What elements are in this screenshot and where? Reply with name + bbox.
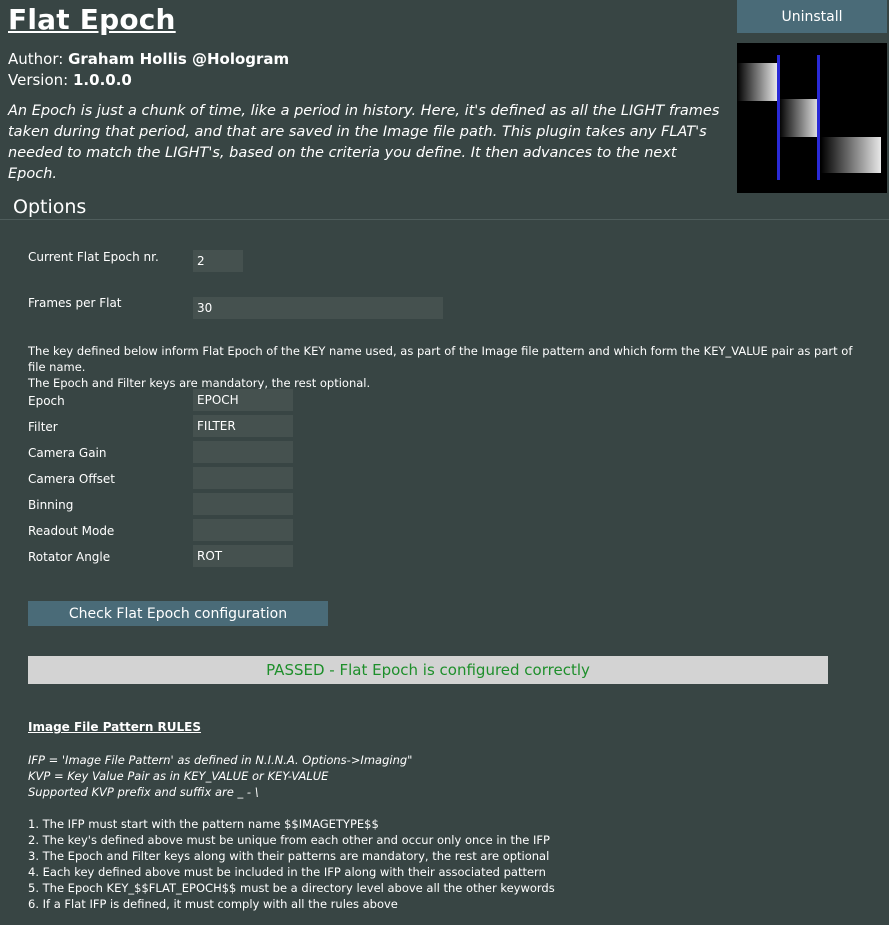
rules-item: 3. The Epoch and Filter keys along with … — [28, 849, 550, 863]
current-epoch-input[interactable] — [193, 250, 243, 272]
key-input-rotator-angle[interactable] — [193, 545, 293, 567]
options-divider — [0, 219, 889, 220]
options-header: Options — [13, 196, 87, 218]
key-input-camera-offset[interactable] — [193, 467, 293, 489]
keys-note: The key defined below inform Flat Epoch … — [28, 343, 868, 391]
key-input-readout-mode[interactable] — [193, 519, 293, 541]
key-input-camera-gain[interactable] — [193, 441, 293, 463]
key-label-binning: Binning — [28, 498, 74, 512]
rules-item: 5. The Epoch KEY_$$FLAT_EPOCH$$ must be … — [28, 881, 555, 895]
plugin-thumbnail — [737, 43, 887, 193]
version-line: Version: 1.0.0.0 — [8, 71, 132, 89]
key-label-epoch: Epoch — [28, 394, 65, 408]
flat-epoch-logo-icon — [737, 55, 881, 180]
author-line: Author: Graham Hollis @Hologram — [8, 50, 289, 68]
rules-item: 4. Each key defined above must be includ… — [28, 865, 546, 879]
version-value: 1.0.0.0 — [73, 71, 132, 89]
key-input-binning[interactable] — [193, 493, 293, 515]
keys-note-line2: The Epoch and Filter keys are mandatory,… — [28, 376, 371, 390]
key-label-filter: Filter — [28, 420, 58, 434]
plugin-title: Flat Epoch — [8, 3, 176, 36]
rules-item: 6. If a Flat IFP is defined, it must com… — [28, 897, 398, 911]
rules-item: 2. The key's defined above must be uniqu… — [28, 833, 550, 847]
author-value: Graham Hollis @Hologram — [68, 50, 290, 68]
rules-definitions: IFP = 'Image File Pattern' as defined in… — [28, 752, 412, 800]
status-message: PASSED - Flat Epoch is configured correc… — [28, 656, 828, 684]
rules-definition: IFP = 'Image File Pattern' as defined in… — [28, 753, 413, 767]
key-label-camera-gain: Camera Gain — [28, 446, 107, 460]
current-epoch-label: Current Flat Epoch nr. — [28, 250, 159, 264]
version-label: Version: — [8, 71, 69, 89]
rules-list: 1. The IFP must start with the pattern n… — [28, 816, 555, 912]
check-configuration-button[interactable]: Check Flat Epoch configuration — [28, 601, 328, 626]
rules-title: Image File Pattern RULES — [28, 720, 202, 734]
rules-definition: KVP = Key Value Pair as in KEY_VALUE or … — [28, 769, 329, 783]
frames-per-flat-label: Frames per Flat — [28, 296, 122, 310]
key-label-readout-mode: Readout Mode — [28, 524, 115, 538]
author-label: Author: — [8, 50, 64, 68]
rules-definition: Supported KVP prefix and suffix are _ - … — [28, 785, 259, 799]
key-label-camera-offset: Camera Offset — [28, 472, 115, 486]
key-label-rotator-angle: Rotator Angle — [28, 550, 111, 564]
rules-item: 1. The IFP must start with the pattern n… — [28, 817, 379, 831]
plugin-description: An Epoch is just a chunk of time, like a… — [8, 103, 720, 182]
frames-per-flat-input[interactable] — [193, 297, 443, 319]
key-input-filter[interactable] — [193, 415, 293, 437]
keys-note-line1: The key defined below inform Flat Epoch … — [28, 344, 853, 374]
key-input-epoch[interactable] — [193, 389, 293, 411]
uninstall-button[interactable]: Uninstall — [737, 0, 887, 33]
